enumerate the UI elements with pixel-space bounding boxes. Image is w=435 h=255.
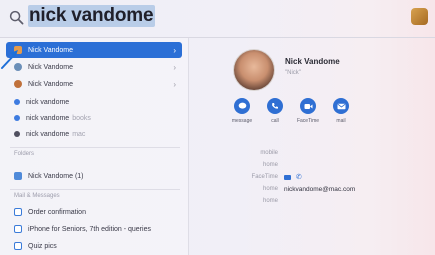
result-row-mail[interactable]: Order confirmation: [6, 204, 182, 220]
result-label: Nick Vandome: [28, 80, 74, 88]
divider: [10, 147, 180, 148]
search-bar[interactable]: nick vandome: [0, 0, 435, 38]
result-row[interactable]: nick vandome books: [6, 110, 182, 126]
result-label: iPhone for Seniors, 7th edition - querie…: [28, 225, 151, 233]
mail-icon: [14, 242, 22, 250]
chevron-right-icon: ›: [173, 62, 176, 72]
results-list: Nick Vandome › Nick Vandome › Nick Vando…: [0, 38, 189, 255]
mail-button[interactable]: mail: [325, 98, 357, 124]
chevron-right-icon: ›: [173, 45, 176, 55]
section-header-mail: Mail & Messages: [14, 193, 60, 199]
result-label: Nick Vandome: [28, 63, 74, 71]
action-label: message: [231, 118, 253, 124]
result-row[interactable]: Nick Vandome ›: [6, 59, 182, 75]
result-label: nick vandome: [26, 98, 70, 106]
phone-icon: [267, 98, 283, 114]
contact-photo-icon: [14, 80, 22, 88]
action-label: call: [271, 118, 279, 124]
video-icon: [300, 98, 316, 114]
contacts-app-icon[interactable]: [411, 8, 428, 25]
contact-nickname: "Nick": [285, 70, 301, 76]
call-button[interactable]: call: [259, 98, 291, 124]
divider: [10, 189, 180, 190]
result-row[interactable]: nick vandome mac: [6, 126, 182, 142]
result-label: Order confirmation: [28, 208, 86, 216]
cursor-arrow-icon: [1, 50, 18, 69]
result-suffix: mac: [72, 130, 86, 138]
message-button[interactable]: message: [226, 98, 258, 124]
search-input[interactable]: nick vandome: [28, 5, 156, 27]
field-label-home: home: [262, 162, 278, 168]
chevron-right-icon: ›: [173, 79, 176, 89]
avatar: [234, 50, 274, 90]
mail-icon: [14, 208, 22, 216]
result-row-mail[interactable]: iPhone for Seniors, 7th edition - querie…: [6, 221, 182, 237]
field-label-facetime: FaceTime: [251, 174, 278, 180]
facetime-button[interactable]: FaceTime: [292, 98, 324, 124]
field-value-facetime[interactable]: ✆: [284, 173, 302, 181]
spotlight-window: nick vandome Nick Vandome › Nick Vandome…: [0, 0, 435, 255]
mail-icon: [14, 225, 22, 233]
result-row[interactable]: Nick Vandome ›: [6, 76, 182, 92]
result-row-folder[interactable]: Nick Vandome (1): [6, 168, 182, 184]
result-label: nick vandome: [26, 114, 70, 122]
section-header-folders: Folders: [14, 151, 35, 157]
field-label-mobile: mobile: [260, 150, 278, 156]
phone-icon[interactable]: ✆: [296, 174, 302, 181]
action-label: FaceTime: [296, 118, 320, 124]
field-label-home-address: home: [262, 198, 278, 204]
result-label: Nick Vandome (1): [28, 172, 84, 180]
result-label: nick vandome: [26, 130, 70, 138]
result-label: Quiz pics: [28, 242, 57, 250]
message-icon: [234, 98, 250, 114]
search-suggestion-icon: [14, 115, 20, 121]
result-row-mail[interactable]: Quiz pics: [6, 238, 182, 254]
search-icon: [9, 10, 24, 25]
result-row-contact[interactable]: Nick Vandome ›: [6, 42, 182, 58]
search-query: nick vandome: [28, 5, 156, 27]
field-label-home-email: home: [262, 186, 278, 192]
search-suggestion-icon: [14, 131, 20, 137]
result-label: Nick Vandome: [28, 46, 74, 54]
folder-icon: [14, 172, 22, 180]
mail-icon: [333, 98, 349, 114]
contact-name: Nick Vandome: [285, 57, 340, 66]
result-row[interactable]: nick vandome: [6, 94, 182, 110]
search-suggestion-icon: [14, 99, 20, 105]
field-value-email[interactable]: nickvandome@mac.com: [284, 186, 355, 193]
video-icon[interactable]: [284, 174, 291, 180]
action-label: mail: [336, 118, 346, 124]
result-suffix: books: [72, 114, 91, 122]
